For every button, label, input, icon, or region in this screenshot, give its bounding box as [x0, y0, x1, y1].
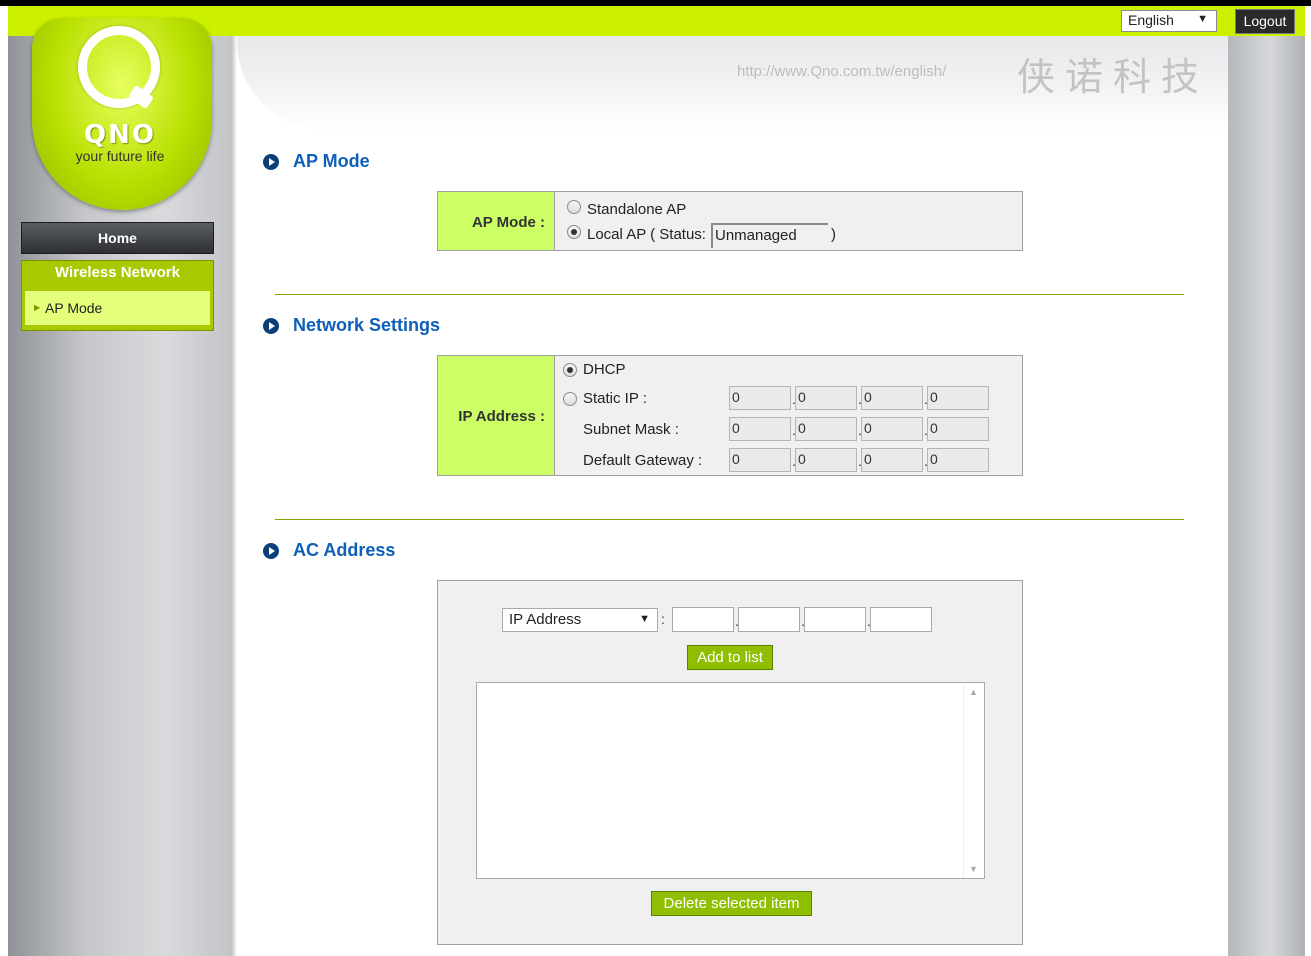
subnet-octet-1[interactable]: 0 [729, 417, 791, 441]
ac-ip-octet-2[interactable] [738, 607, 800, 632]
sidebar-item-ap-mode[interactable]: ▶ AP Mode [25, 291, 210, 325]
delete-selected-item-button[interactable]: Delete selected item [651, 891, 812, 916]
section-title-network-settings: Network Settings [293, 315, 441, 335]
ac-colon: : [661, 611, 665, 627]
dhcp-label: DHCP [583, 361, 626, 378]
section-title-ap-mode: AP Mode [293, 151, 370, 171]
logo-tagline: your future life [75, 148, 165, 164]
subnet-octet-2[interactable]: 0 [795, 417, 857, 441]
radio-local-ap[interactable] [567, 225, 581, 239]
ip-address-label: IP Address : [458, 408, 545, 425]
caret-right-icon: ▶ [34, 303, 41, 312]
scroll-down-icon[interactable]: ▼ [969, 864, 978, 874]
chevron-down-icon: ▼ [1197, 13, 1208, 25]
sidebar-group-title[interactable]: Wireless Network [22, 264, 213, 281]
subnet-octet-3[interactable]: 0 [861, 417, 923, 441]
section-bullet-icon [263, 318, 279, 334]
static-ip-octet-2[interactable]: 0 [795, 386, 857, 410]
add-to-list-button[interactable]: Add to list [687, 645, 773, 670]
ac-ip-octet-1[interactable] [672, 607, 734, 632]
subnet-octet-4[interactable]: 0 [927, 417, 989, 441]
ip-address-label-cell: IP Address : [438, 356, 555, 475]
right-border [1228, 36, 1305, 956]
section-divider [275, 294, 1184, 295]
section-title-ac-address: AC Address [293, 540, 396, 560]
ap-mode-label: AP Mode : [471, 214, 545, 231]
radio-static-ip[interactable] [563, 392, 577, 406]
section-bullet-icon [263, 543, 279, 559]
chinese-brand-name: 侠诺科技 [1017, 55, 1210, 99]
ac-type-value: IP Address [509, 611, 582, 628]
gateway-octet-3[interactable]: 0 [861, 448, 923, 472]
section-bullet-icon [263, 154, 279, 170]
ac-type-select[interactable]: IP Address ▼ [502, 608, 658, 632]
ap-status-field: Unmanaged [711, 223, 828, 248]
static-ip-octet-1[interactable]: 0 [729, 386, 791, 410]
logo-wordmark: QNO [84, 120, 156, 150]
language-value: English [1128, 12, 1174, 28]
status-close-paren: ) [831, 226, 836, 243]
standalone-ap-label: Standalone AP [587, 201, 687, 218]
ac-address-list[interactable]: ▲ ▼ [476, 682, 985, 879]
radio-dhcp[interactable] [563, 363, 577, 377]
site-url: http://www.Qno.com.tw/english/ [737, 63, 947, 80]
list-scrollbar[interactable]: ▲ ▼ [963, 683, 984, 878]
ap-mode-label-cell: AP Mode : [438, 192, 555, 250]
ac-ip-octet-4[interactable] [870, 607, 932, 632]
logout-button[interactable]: Logout [1235, 9, 1295, 34]
default-gateway-label: Default Gateway : [583, 452, 703, 469]
content-shadow [231, 36, 237, 956]
radio-standalone-ap[interactable] [567, 200, 581, 214]
subnet-mask-label: Subnet Mask : [583, 421, 679, 438]
chevron-down-icon: ▼ [639, 613, 650, 625]
sidebar-item-label: AP Mode [45, 300, 103, 316]
local-ap-label: Local AP ( Status: [587, 226, 706, 243]
section-divider [275, 519, 1184, 520]
ac-ip-octet-3[interactable] [804, 607, 866, 632]
scroll-up-icon[interactable]: ▲ [969, 687, 978, 697]
static-ip-octet-4[interactable]: 0 [927, 386, 989, 410]
gateway-octet-4[interactable]: 0 [927, 448, 989, 472]
static-ip-label: Static IP : [583, 390, 647, 407]
sidebar-item-home[interactable]: Home [21, 222, 214, 254]
gateway-octet-1[interactable]: 0 [729, 448, 791, 472]
language-select[interactable]: English ▼ [1121, 10, 1217, 32]
static-ip-octet-3[interactable]: 0 [861, 386, 923, 410]
sidebar-group-wireless-network: Wireless Network ▶ AP Mode [21, 260, 214, 331]
gateway-octet-2[interactable]: 0 [795, 448, 857, 472]
